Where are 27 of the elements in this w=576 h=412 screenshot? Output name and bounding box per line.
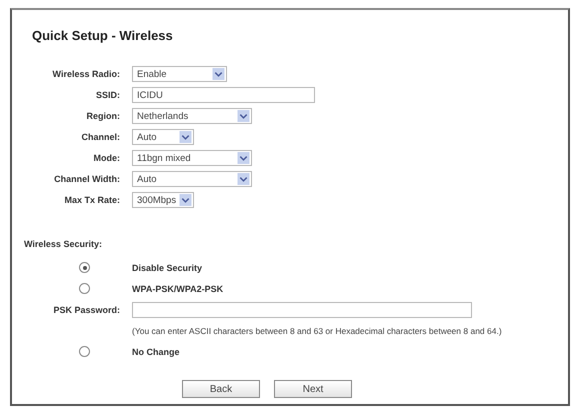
radio-button[interactable] [79, 283, 90, 294]
field-label: Channel: [80, 132, 120, 142]
ssid-field[interactable]: ICIDU [132, 87, 315, 103]
section-heading: Wireless Security: [24, 239, 103, 249]
field-label: Mode: [92, 153, 120, 163]
field-label: PSK Password: [52, 304, 120, 314]
field-label: Channel Width: [53, 174, 120, 184]
radio-button[interactable] [79, 262, 90, 273]
password-field[interactable] [132, 302, 472, 318]
nav-button[interactable]: Next [274, 380, 352, 398]
page-title: Quick Setup - Wireless [32, 28, 174, 43]
nav-button[interactable]: Back [182, 380, 260, 398]
dropdown[interactable]: Auto [132, 171, 252, 187]
hint-text: (You can enter ASCII characters between 8 and 63 or Hexadecimal characters between 8 and 64.) [132, 326, 502, 336]
dropdown[interactable]: Netherlands [132, 108, 252, 124]
dropdown[interactable]: 300Mbps [132, 192, 194, 208]
option-label: WPA-PSK/WPA2-PSK [132, 284, 224, 294]
field-label: SSID: [94, 90, 120, 100]
field-label: Wireless Radio: [52, 69, 120, 79]
dropdown[interactable]: Auto [132, 129, 194, 145]
field-label: Max Tx Rate: [63, 195, 120, 205]
dropdown[interactable]: Enable [132, 66, 227, 82]
field-label: Region: [86, 111, 120, 121]
option-label: Disable Security [132, 262, 202, 272]
option-label: No Change [132, 346, 180, 356]
dropdown[interactable]: 11bgn mixed [132, 150, 252, 166]
radio-button[interactable] [79, 346, 90, 357]
